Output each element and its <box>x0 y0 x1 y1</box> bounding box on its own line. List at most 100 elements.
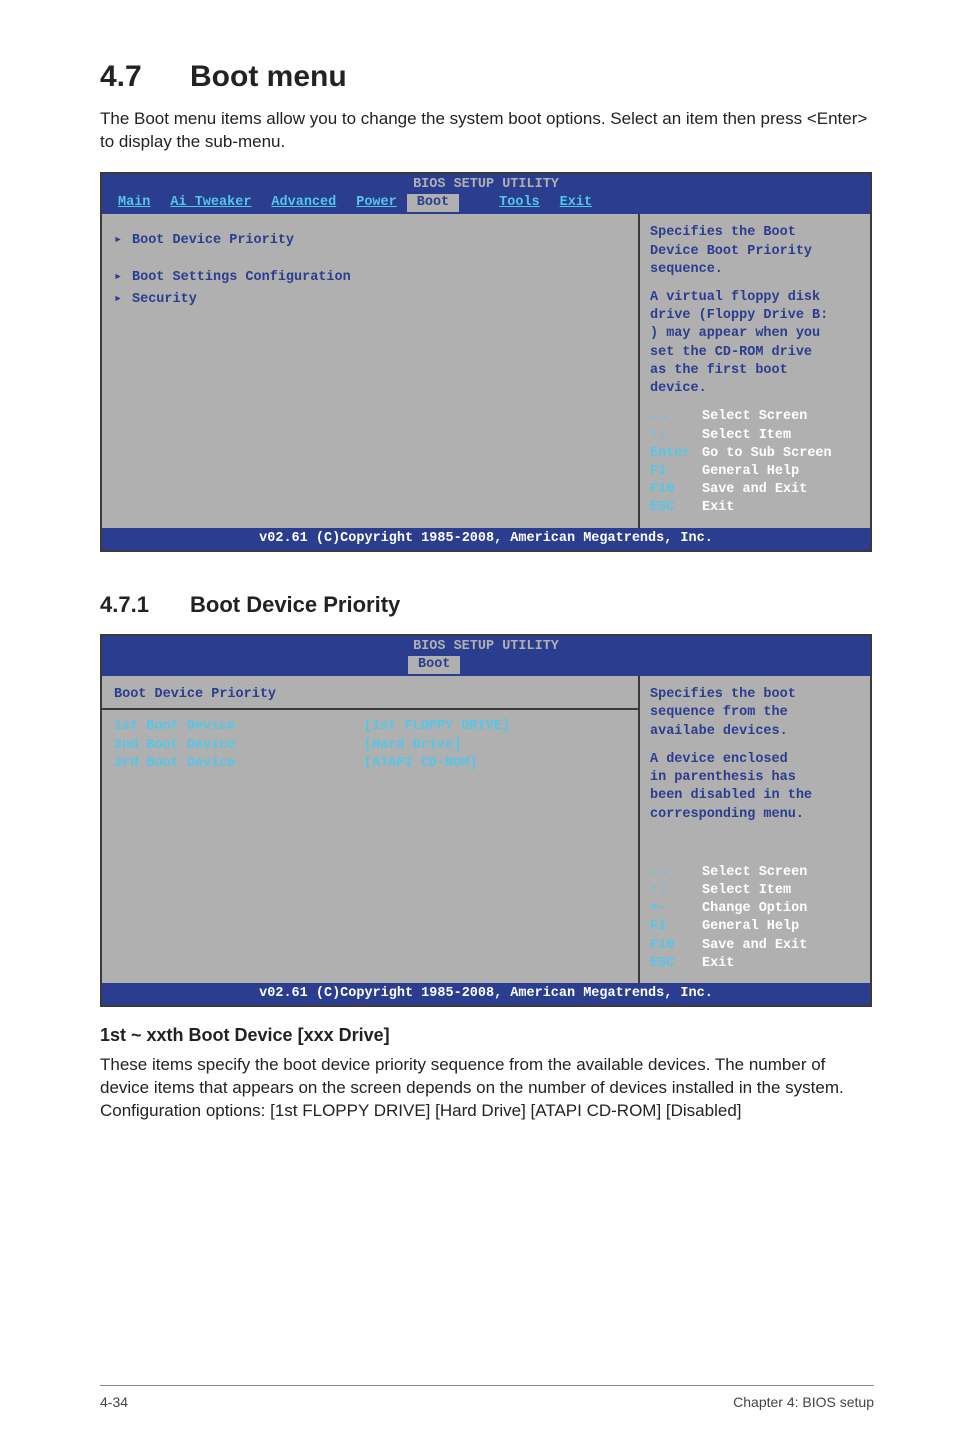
legend-row: F1General Help <box>650 918 860 936</box>
help-line: Device Boot Priority <box>650 243 860 261</box>
bios-tab-exit[interactable]: Exit <box>550 194 602 212</box>
bios-footer: v02.61 (C)Copyright 1985-2008, American … <box>102 983 870 1005</box>
legend-key: F10 <box>650 937 702 955</box>
legend-key: Enter <box>650 445 702 463</box>
chapter-label: Chapter 4: BIOS setup <box>733 1394 874 1410</box>
page-number: 4-34 <box>100 1394 128 1410</box>
bios-left-pane: Boot Device Priority 1st Boot Device [1s… <box>102 676 640 983</box>
bios-tab-advanced[interactable]: Advanced <box>261 194 346 212</box>
menu-item-security[interactable]: ▸ Security <box>114 291 626 309</box>
legend-row: EnterGo to Sub Screen <box>650 445 860 463</box>
field-description: These items specify the boot device prio… <box>100 1054 874 1123</box>
boot-device-value: [1st FLOPPY DRIVE] <box>364 718 510 736</box>
help-line: sequence from the <box>650 704 860 722</box>
bios-title: BIOS SETUP UTILITY <box>102 636 870 656</box>
bios-tab-boot[interactable]: Boot <box>408 656 460 674</box>
boot-device-row[interactable]: 1st Boot Device [1st FLOPPY DRIVE] <box>114 718 626 736</box>
legend-label: Save and Exit <box>702 481 807 499</box>
legend-label: Select Item <box>702 427 791 445</box>
legend-label: Exit <box>702 955 734 973</box>
submenu-arrow-icon: ▸ <box>114 291 132 309</box>
help-line: as the first boot <box>650 362 860 380</box>
boot-device-value: [ATAPI CD-ROM] <box>364 755 477 773</box>
bios-panel-heading: Boot Device Priority <box>114 686 626 704</box>
section-intro: The Boot menu items allow you to change … <box>100 108 874 154</box>
legend-label: General Help <box>702 463 799 481</box>
legend-label: Exit <box>702 499 734 517</box>
help-line: been disabled in the <box>650 787 860 805</box>
help-line: set the CD-ROM drive <box>650 344 860 362</box>
subsection-title-text: Boot Device Priority <box>190 592 400 617</box>
legend-row: ←→Select Screen <box>650 408 860 426</box>
boot-device-row[interactable]: 2nd Boot Device [Hard Drive] <box>114 737 626 755</box>
legend-row: ↑↓Select Item <box>650 427 860 445</box>
boot-device-key: 1st Boot Device <box>114 718 364 736</box>
bios-screen-boot-device-priority: BIOS SETUP UTILITY Boot Boot Device Prio… <box>100 634 872 1008</box>
legend-key: F1 <box>650 463 702 481</box>
help-line: drive (Floppy Drive B: <box>650 307 860 325</box>
bios-tab-main[interactable]: Main <box>108 194 160 212</box>
legend-label: Save and Exit <box>702 937 807 955</box>
boot-device-key: 3rd Boot Device <box>114 755 364 773</box>
bios-tab-row: Main Ai Tweaker Advanced Power Boot Tool… <box>102 194 870 214</box>
bios-left-pane: ▸ Boot Device Priority ▸ Boot Settings C… <box>102 214 640 527</box>
legend-key: ESC <box>650 499 702 517</box>
help-line: Specifies the boot <box>650 686 860 704</box>
help-line: availabe devices. <box>650 723 860 741</box>
legend-row: F10Save and Exit <box>650 937 860 955</box>
help-line: corresponding menu. <box>650 806 860 824</box>
legend-key: ←→ <box>650 864 702 882</box>
legend-label: Select Screen <box>702 408 807 426</box>
submenu-arrow-icon: ▸ <box>114 232 132 250</box>
bios-footer: v02.61 (C)Copyright 1985-2008, American … <box>102 528 870 550</box>
legend-key: ←→ <box>650 408 702 426</box>
help-line: device. <box>650 380 860 398</box>
legend-row: ↑↓Select Item <box>650 882 860 900</box>
boot-device-key: 2nd Boot Device <box>114 737 364 755</box>
legend-label: Change Option <box>702 900 807 918</box>
legend-label: Select Item <box>702 882 791 900</box>
bios-title: BIOS SETUP UTILITY <box>102 174 870 194</box>
legend-row: ESCExit <box>650 499 860 517</box>
boot-device-row[interactable]: 3rd Boot Device [ATAPI CD-ROM] <box>114 755 626 773</box>
bios-tab-row: Boot <box>102 656 870 676</box>
legend-key: F1 <box>650 918 702 936</box>
help-line: ) may appear when you <box>650 325 860 343</box>
subsection-heading: 4.7.1Boot Device Priority <box>100 592 874 618</box>
legend-row: +-Change Option <box>650 900 860 918</box>
legend-row: F1General Help <box>650 463 860 481</box>
help-line: A virtual floppy disk <box>650 289 860 307</box>
bios-tab-power[interactable]: Power <box>346 194 407 212</box>
page-footer: 4-34 Chapter 4: BIOS setup <box>100 1385 874 1410</box>
section-number: 4.7 <box>100 60 190 94</box>
legend-row: ←→Select Screen <box>650 864 860 882</box>
bios-screen-boot-menu: BIOS SETUP UTILITY Main Ai Tweaker Advan… <box>100 172 872 552</box>
legend-key: ↑↓ <box>650 427 702 445</box>
legend-key: ↑↓ <box>650 882 702 900</box>
legend-key: ESC <box>650 955 702 973</box>
legend-label: Go to Sub Screen <box>702 445 832 463</box>
help-line: A device enclosed <box>650 751 860 769</box>
help-line: sequence. <box>650 261 860 279</box>
menu-item-boot-settings-config[interactable]: ▸ Boot Settings Configuration <box>114 269 626 287</box>
legend-label: General Help <box>702 918 799 936</box>
menu-item-label: Boot Settings Configuration <box>132 269 351 287</box>
bios-tab-tools[interactable]: Tools <box>489 194 550 212</box>
menu-item-label: Security <box>132 291 197 309</box>
boot-device-value: [Hard Drive] <box>364 737 461 755</box>
bios-right-pane: Specifies the boot sequence from the ava… <box>640 676 870 983</box>
bios-right-pane: Specifies the Boot Device Boot Priority … <box>640 214 870 527</box>
help-line: in parenthesis has <box>650 769 860 787</box>
legend-key: F10 <box>650 481 702 499</box>
legend-row: ESCExit <box>650 955 860 973</box>
subsection-number: 4.7.1 <box>100 592 190 618</box>
menu-item-label: Boot Device Priority <box>132 232 294 250</box>
menu-item-boot-device-priority[interactable]: ▸ Boot Device Priority <box>114 232 626 250</box>
section-heading: 4.7Boot menu <box>100 60 874 94</box>
legend-key: +- <box>650 900 702 918</box>
bios-tab-aitweaker[interactable]: Ai Tweaker <box>160 194 261 212</box>
help-line: Specifies the Boot <box>650 224 860 242</box>
submenu-arrow-icon: ▸ <box>114 269 132 287</box>
bios-tab-boot[interactable]: Boot <box>407 194 459 212</box>
field-heading: 1st ~ xxth Boot Device [xxx Drive] <box>100 1025 874 1046</box>
